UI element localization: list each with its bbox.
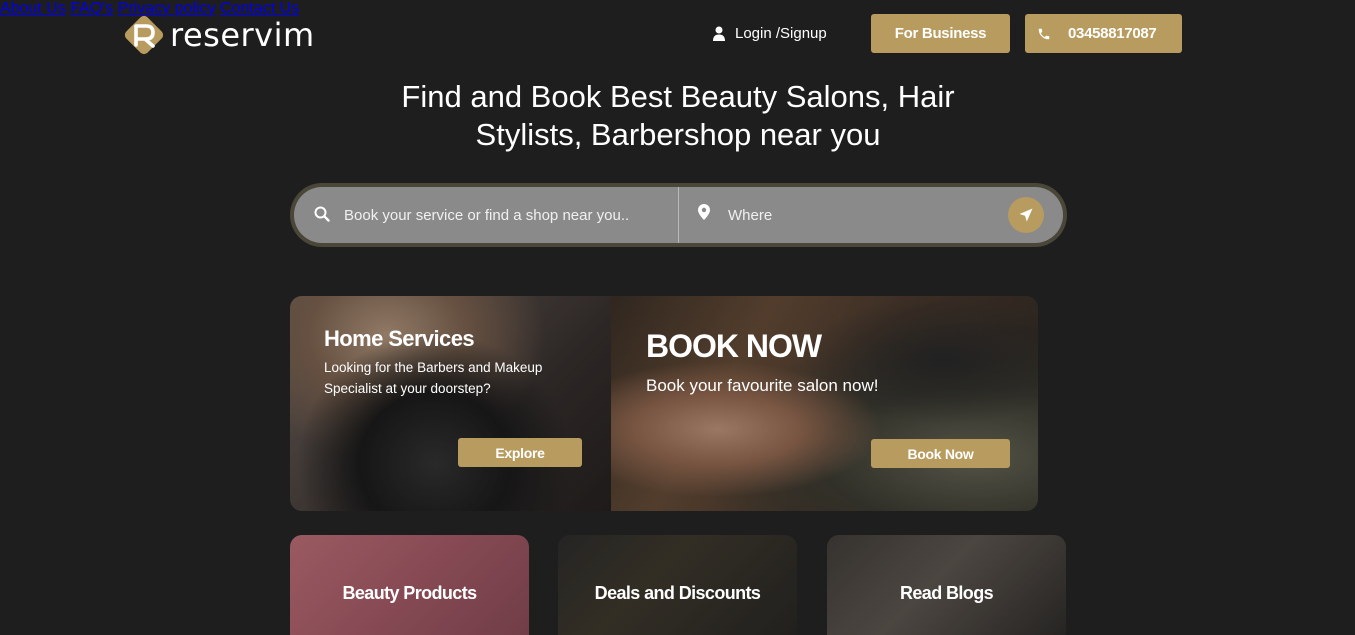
login-signup-label: Login /Signup <box>735 24 827 42</box>
hero-headline: Find and Book Best Beauty Salons, Hair S… <box>378 78 978 154</box>
brand-logo[interactable]: reservim <box>122 13 315 57</box>
beauty-products-card[interactable]: Beauty Products <box>290 535 529 635</box>
for-business-label: For Business <box>894 25 987 42</box>
where-input[interactable] <box>726 197 996 233</box>
map-pin-icon <box>698 204 710 220</box>
brand-name: reservim <box>170 16 315 54</box>
hero-headline-line-2: Stylists, Barbershop near you <box>475 117 881 152</box>
location-arrow-icon <box>1019 208 1033 222</box>
user-icon <box>713 26 725 41</box>
service-search-input[interactable] <box>342 197 662 233</box>
home-services-title: Home Services <box>324 326 475 351</box>
search-icon <box>314 206 330 222</box>
logo-mark-icon <box>122 13 166 57</box>
for-business-button[interactable]: For Business <box>871 14 1010 53</box>
nav-about-us[interactable]: About Us <box>0 0 66 17</box>
phone-button[interactable]: 03458817087 <box>1025 14 1182 53</box>
nav-faqs[interactable]: FAQ's <box>70 0 113 17</box>
site-header: reservim About Us FAQ's Privacy policy C… <box>0 0 1355 66</box>
home-services-banner: Home Services Looking for the Barbers an… <box>290 296 612 511</box>
book-now-label: Book Now <box>907 445 974 462</box>
read-blogs-card[interactable]: Read Blogs <box>827 535 1066 635</box>
search-bar <box>290 183 1067 247</box>
search-bar-inner <box>294 187 1063 243</box>
deals-and-discounts-label: Deals and Discounts <box>594 583 761 603</box>
explore-label: Explore <box>495 444 545 461</box>
book-now-banner: BOOK NOW Book your favourite salon now! … <box>611 296 1038 511</box>
home-services-subtitle: Looking for the Barbers and Makeup Speci… <box>324 360 543 396</box>
locate-me-button[interactable] <box>1008 197 1044 233</box>
phone-icon <box>1038 28 1050 39</box>
book-now-button[interactable]: Book Now <box>871 439 1010 468</box>
explore-button[interactable]: Explore <box>458 438 582 467</box>
book-now-subtitle: Book your favourite salon now! <box>646 376 879 395</box>
phone-number: 03458817087 <box>1068 25 1157 42</box>
search-divider <box>678 187 679 243</box>
hero-headline-line-1: Find and Book Best Beauty Salons, Hair <box>401 79 955 114</box>
beauty-products-label: Beauty Products <box>342 583 477 603</box>
read-blogs-label: Read Blogs <box>899 583 994 603</box>
login-signup-link[interactable]: Login /Signup <box>713 22 827 44</box>
deals-and-discounts-card[interactable]: Deals and Discounts <box>558 535 797 635</box>
book-now-title: BOOK NOW <box>646 328 822 364</box>
